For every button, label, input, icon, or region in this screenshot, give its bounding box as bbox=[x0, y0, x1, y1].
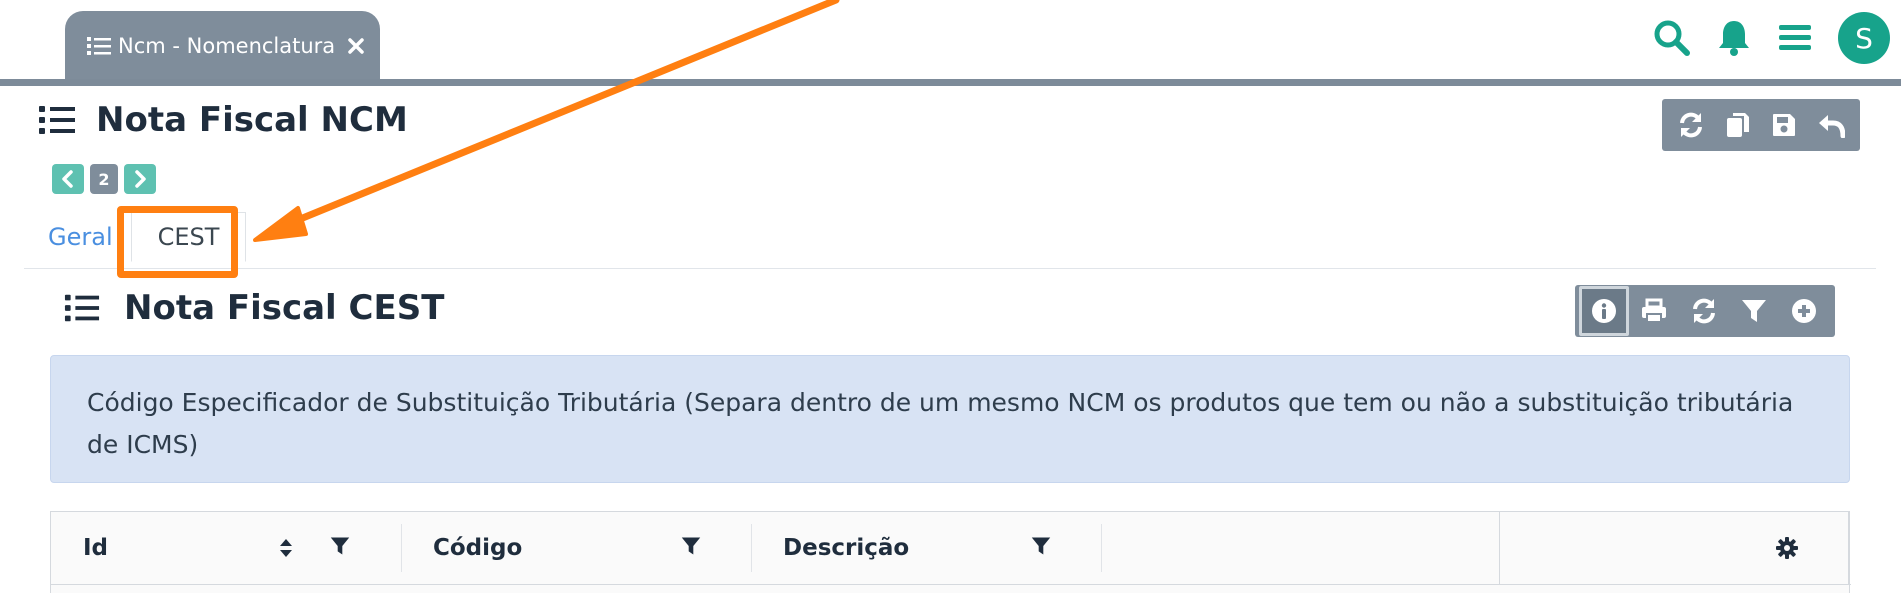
gear-icon[interactable] bbox=[1775, 536, 1799, 560]
column-header-codigo[interactable]: Código bbox=[433, 512, 522, 584]
column-separator bbox=[751, 524, 752, 572]
print-icon bbox=[1642, 298, 1666, 323]
cest-grid: Id Código Descrição bbox=[50, 511, 1851, 593]
column-header-descricao[interactable]: Descrição bbox=[783, 512, 909, 584]
column-header-id[interactable]: Id bbox=[83, 512, 108, 584]
info-icon bbox=[1592, 299, 1616, 323]
section-title: Nota Fiscal CEST bbox=[124, 288, 445, 328]
info-message: Código Especificador de Substituição Tri… bbox=[50, 355, 1850, 483]
filter-button[interactable] bbox=[1729, 286, 1779, 336]
section-toolbar bbox=[1575, 285, 1835, 337]
filter-icon[interactable] bbox=[1031, 536, 1051, 556]
refresh-button[interactable] bbox=[1679, 286, 1729, 336]
column-separator bbox=[1848, 512, 1849, 584]
info-button[interactable] bbox=[1579, 286, 1629, 336]
section-header: Nota Fiscal CEST bbox=[64, 288, 444, 328]
add-button[interactable] bbox=[1779, 286, 1829, 336]
print-button[interactable] bbox=[1629, 286, 1679, 336]
column-separator bbox=[1101, 524, 1102, 572]
filter-icon bbox=[1742, 300, 1766, 322]
filter-icon[interactable] bbox=[681, 536, 701, 556]
column-separator bbox=[1499, 512, 1500, 584]
filter-icon[interactable] bbox=[330, 536, 350, 556]
column-separator bbox=[401, 524, 402, 572]
grid-header-bottom-border bbox=[51, 584, 1851, 585]
add-icon bbox=[1792, 299, 1816, 323]
sort-icon[interactable] bbox=[279, 538, 293, 558]
list-icon bbox=[64, 294, 100, 322]
refresh-icon bbox=[1693, 298, 1715, 324]
